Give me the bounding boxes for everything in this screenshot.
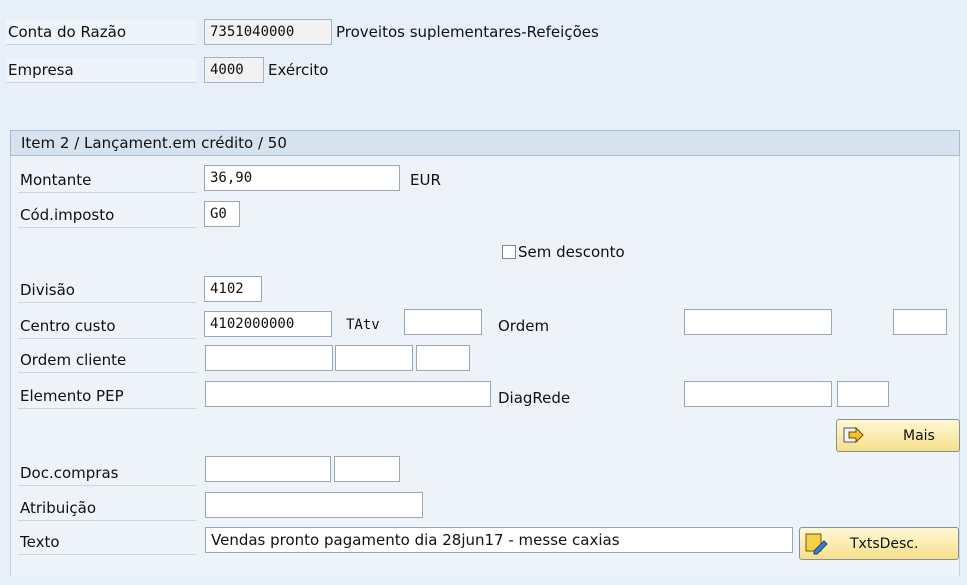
amount-input[interactable]: 36,90 <box>204 165 400 191</box>
assignment-label: Atribuição <box>18 496 196 521</box>
assignment-label-text: Atribuição <box>20 499 97 517</box>
customer-order-sched-input[interactable] <box>416 345 470 371</box>
wbs-input[interactable] <box>205 381 491 407</box>
order-extra-input[interactable] <box>893 309 947 335</box>
more-button[interactable]: Mais <box>836 419 960 452</box>
order-input[interactable] <box>684 309 832 335</box>
customer-order-label-text: Ordem cliente <box>20 351 127 369</box>
text-label-text: Texto <box>20 533 60 551</box>
tatv-input[interactable] <box>404 309 482 335</box>
no-discount-checkbox[interactable] <box>502 245 516 259</box>
cost-center-label-text: Centro custo <box>20 317 116 335</box>
company-label-text: Empresa <box>8 61 74 79</box>
cost-center-input[interactable]: 4102000000 <box>204 311 332 337</box>
customer-order-item-input[interactable] <box>335 345 413 371</box>
company-field[interactable]: 4000 <box>204 57 264 83</box>
order-label: Ordem <box>498 317 550 335</box>
amount-label-text: Montante <box>20 171 92 189</box>
wbs-label: Elemento PEP <box>18 384 196 409</box>
long-text-button[interactable]: TxtsDesc. <box>799 527 959 560</box>
more-button-label: Mais <box>903 428 935 444</box>
network-op-input[interactable] <box>837 381 889 407</box>
currency-label: EUR <box>410 171 441 189</box>
customer-order-input[interactable] <box>205 345 333 371</box>
wbs-label-text: Elemento PEP <box>20 387 124 405</box>
tax-code-input[interactable]: G0 <box>204 201 240 227</box>
amount-label: Montante <box>18 168 196 193</box>
division-input[interactable]: 4102 <box>204 276 262 302</box>
purchase-doc-label-text: Doc.compras <box>20 464 119 482</box>
cost-center-label: Centro custo <box>18 314 196 339</box>
company-label: Empresa <box>6 58 196 83</box>
gl-account-label: Conta do Razão <box>6 20 196 45</box>
arrow-right-icon <box>843 424 865 446</box>
text-input[interactable]: Vendas pronto pagamento dia 28jun17 - me… <box>205 527 793 553</box>
gl-account-description: Proveitos suplementares-Refeições <box>336 23 599 41</box>
purchase-doc-label: Doc.compras <box>18 461 196 486</box>
network-input[interactable] <box>684 381 832 407</box>
tax-code-label-text: Cód.imposto <box>20 206 115 224</box>
gl-account-field[interactable]: 7351040000 <box>204 19 332 45</box>
division-label-text: Divisão <box>20 281 75 299</box>
text-label: Texto <box>18 530 196 555</box>
assignment-input[interactable] <box>205 492 423 518</box>
note-pencil-icon <box>804 531 828 555</box>
purchase-doc-input[interactable] <box>205 456 331 482</box>
long-text-button-label: TxtsDesc. <box>850 536 919 552</box>
customer-order-label: Ordem cliente <box>18 348 196 373</box>
purchase-doc-item-input[interactable] <box>334 456 400 482</box>
gl-account-label-text: Conta do Razão <box>8 23 126 41</box>
division-label: Divisão <box>18 278 196 303</box>
company-description: Exército <box>268 61 329 79</box>
no-discount-label: Sem desconto <box>518 243 625 261</box>
network-label: DiagRede <box>498 389 571 407</box>
tax-code-label: Cód.imposto <box>18 203 196 228</box>
item-section-header: Item 2 / Lançament.em crédito / 50 <box>10 130 960 156</box>
tatv-label: TAtv <box>346 317 380 333</box>
